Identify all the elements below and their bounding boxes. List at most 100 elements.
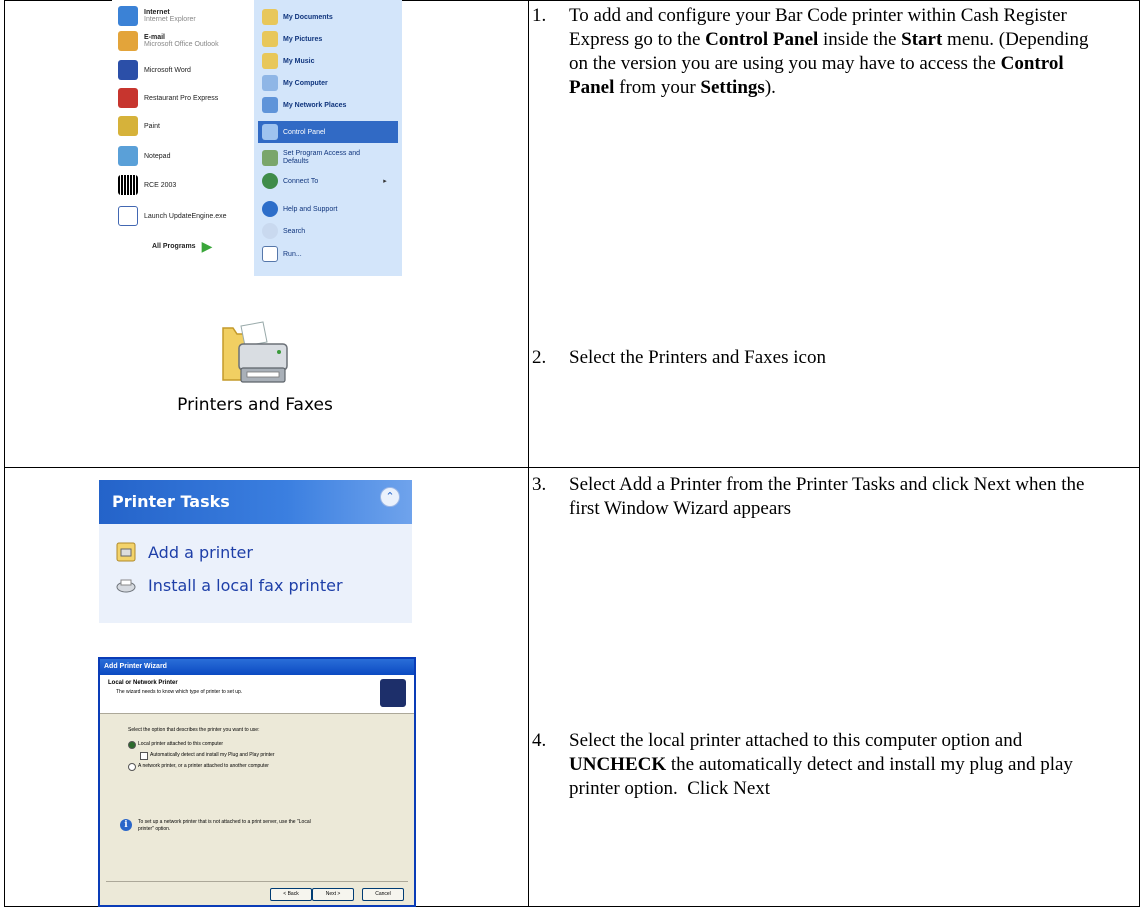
column-divider [528,1,529,906]
start-item-my-music: My Music [262,52,315,70]
start-item-label: Notepad [144,152,171,160]
start-item-program-access: Set Program Access and Defaults [262,146,383,170]
wizard-heading: Local or Network Printer [108,680,178,686]
add-printer-label: Add a printer [148,542,253,562]
start-item-label: My Network Places [283,101,347,109]
green-arrow-icon: ▶ [201,237,213,254]
outlook-icon [118,31,138,51]
start-item-notepad: Notepad [118,146,170,166]
start-item-label: My Documents [283,13,333,21]
add-printer-wizard-screenshot: Add Printer Wizard Local or Network Prin… [98,657,416,907]
collapse-chevron-icon: ⌃ [380,487,400,507]
start-item-update-engine: Launch UpdateEngine.exe [118,206,227,226]
start-item-label: My Computer [283,79,328,87]
printer-tasks-title: Printer Tasks [112,492,230,511]
start-item-help: Help and Support [262,200,337,218]
restaurant-pro-icon [118,88,138,108]
start-item-label: Connect To [283,177,319,185]
start-item-search: Search [262,222,305,240]
start-item-my-documents: My Documents [262,8,333,26]
start-item-my-pictures: My Pictures [262,30,322,48]
start-item-label: Paint [144,122,160,130]
window-icon [118,206,138,226]
start-item-label: Restaurant Pro Express [144,94,219,102]
step-text: To add and configure your Bar Code print… [569,5,1089,98]
computer-icon [262,75,278,91]
info-icon: i [120,819,132,831]
back-button: < Back [270,888,312,901]
search-icon [262,223,278,239]
network-icon [262,97,278,113]
step-number: 1. [532,5,547,26]
start-item-label: My Pictures [283,35,323,43]
folder-icon [262,31,278,47]
start-item-label: Run... [283,250,302,258]
wizard-header: Local or Network Printer The wizard need… [100,675,414,714]
auto-detect-checkbox [140,752,148,760]
internet-explorer-icon [118,6,138,26]
start-item-label: Launch UpdateEngine.exe [144,212,227,220]
start-item-paint: Paint [118,116,160,136]
control-panel-icon [262,124,278,140]
install-fax-task: Install a local fax printer [116,575,343,595]
all-programs-label: All Programs [152,242,196,250]
local-printer-radio [128,741,136,749]
cancel-button: Cancel [362,888,404,901]
help-icon [262,201,278,217]
start-item-run: Run... [262,245,302,263]
local-printer-option: Local printer attached to this computer [138,741,224,747]
start-item-label: Search [283,227,306,235]
folder-icon [262,9,278,25]
network-printer-radio [128,763,136,771]
start-item-connect-to: Connect To ▸ [262,172,387,190]
printers-and-faxes-label: Printers and Faxes [177,395,333,415]
program-access-icon [262,150,278,166]
step-number: 3. [532,474,547,495]
folder-icon [262,53,278,69]
auto-detect-option: Automatically detect and install my Plug… [150,752,275,758]
notepad-icon [118,146,138,166]
start-item-internet: Internet Internet Explorer [118,6,196,26]
start-item-label: Set Program Access and Defaults [283,150,361,165]
add-printer-icon [116,542,136,562]
add-printer-task: Add a printer [116,542,253,562]
start-item-control-panel: Control Panel [262,123,325,141]
wizard-printer-logo-icon [380,679,406,707]
barcode-icon [118,175,138,195]
row-divider [5,467,1139,468]
step-text: Select the local printer attached to thi… [569,730,1073,799]
submenu-arrow-icon: ▸ [383,178,387,185]
word-icon [118,60,138,80]
start-item-rce: RCE 2003 [118,175,176,195]
wizard-subheading: The wizard needs to know which type of p… [116,689,243,695]
printer-tasks-header: Printer Tasks ⌃ [99,480,412,524]
start-item-label: Microsoft Word [144,66,191,74]
step-text: Select Add a Printer from the Printer Ta… [569,474,1085,519]
start-item-sublabel: Microsoft Office Outlook [144,41,219,48]
step-number: 2. [532,347,547,368]
all-programs: All Programs ▶ [152,236,212,256]
printers-and-faxes-icon [222,321,288,383]
printer-tasks-panel: Printer Tasks ⌃ Add a printer Install a … [99,480,412,623]
start-item-label: Internet [144,9,170,16]
run-icon [262,246,278,262]
wizard-divider [106,881,408,882]
start-item-word: Microsoft Word [118,60,191,80]
start-item-sublabel: Internet Explorer [144,16,196,23]
start-item-my-computer: My Computer [262,74,328,92]
start-item-email: E-mail Microsoft Office Outlook [118,31,219,51]
start-item-label: My Music [283,57,315,65]
step-text: Select the Printers and Faxes icon [569,347,826,368]
install-fax-label: Install a local fax printer [148,575,343,595]
start-item-restaurant-pro: Restaurant Pro Express [118,88,218,108]
wizard-title: Add Printer Wizard [100,659,414,675]
paint-icon [118,116,138,136]
start-item-label: E-mail [144,34,166,41]
step-number: 4. [532,730,547,751]
start-menu-screenshot: Internet Internet Explorer E-mail Microsof… [112,0,402,276]
network-printer-option: A network printer, or a printer attached… [138,763,269,769]
start-item-label: Help and Support [283,205,338,213]
wizard-info-text: To set up a network printer that is not … [138,819,311,832]
start-item-label: RCE 2003 [144,181,177,189]
next-button: Next > [312,888,354,901]
